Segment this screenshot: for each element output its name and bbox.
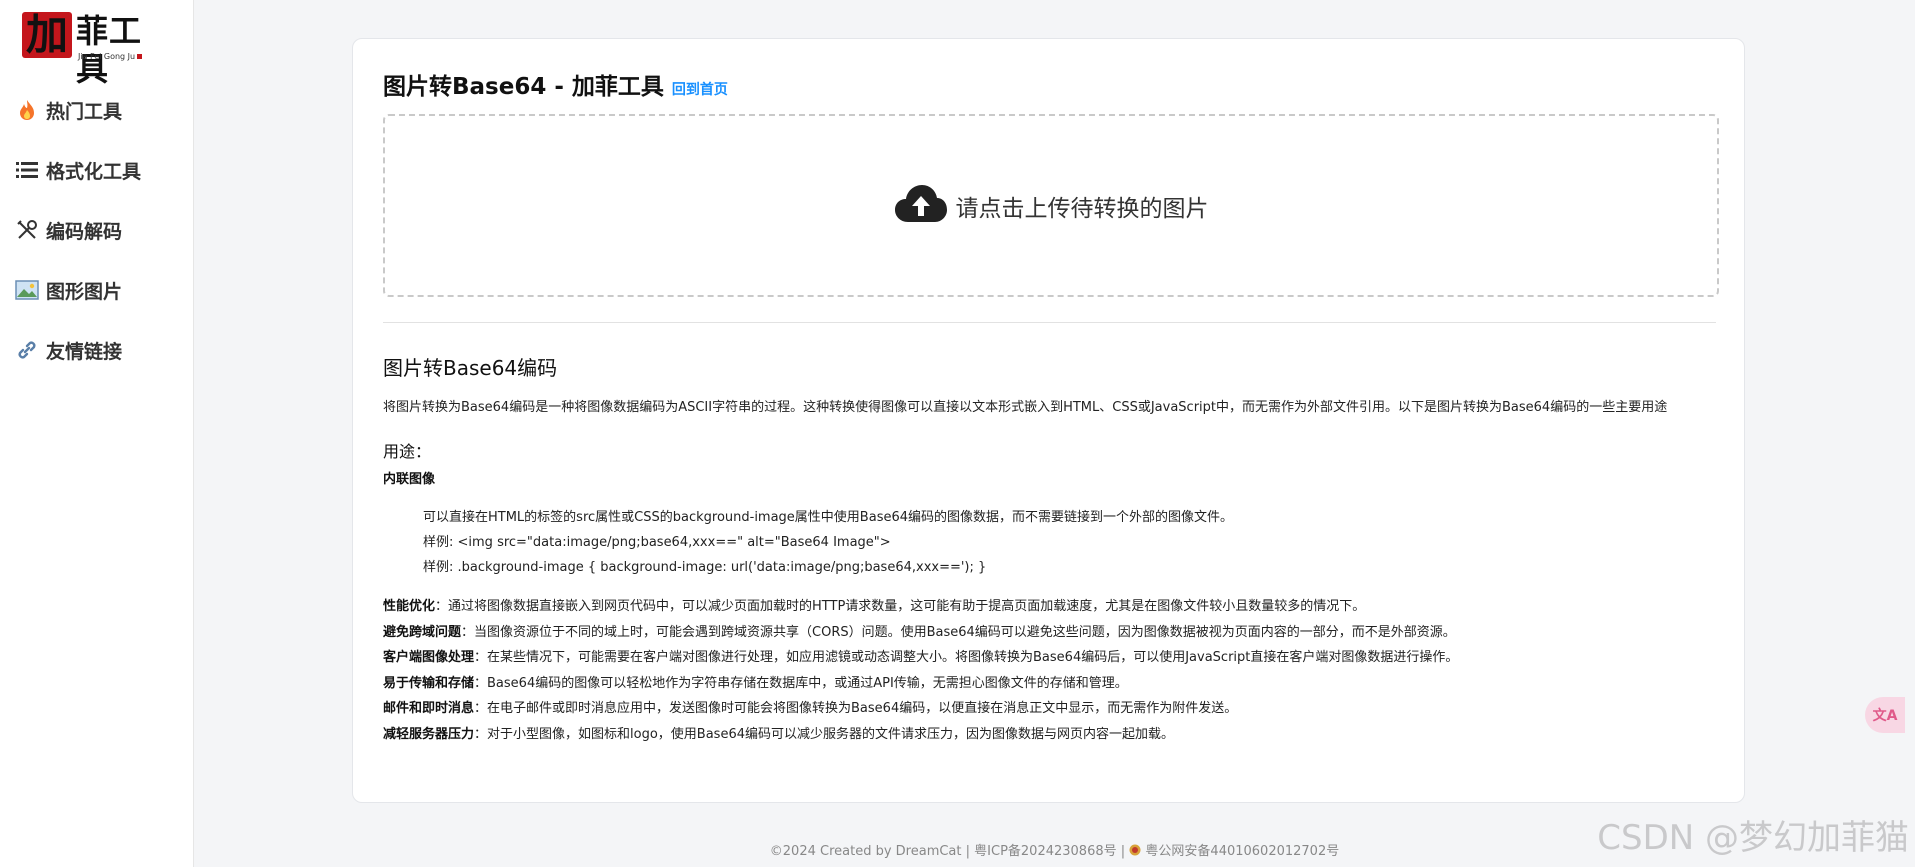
sidebar-item-label: 热门工具 [46, 100, 123, 123]
logo-text: 菲工具 [76, 12, 143, 88]
link-icon [14, 337, 40, 363]
cloud-upload-icon [894, 184, 948, 228]
intro-paragraph: 将图片转换为Base64编码是一种将图像数据编码为ASCII字符串的过程。这种转… [383, 400, 1668, 415]
upload-label: 请点击上传待转换的图片 [955, 195, 1209, 222]
sidebar-item-label: 编码解码 [46, 220, 123, 243]
inline-example-css: 样例: .background-image { background-image… [423, 560, 987, 575]
sidebar-item-format-tools[interactable]: 格式化工具 [0, 140, 194, 200]
picture-icon [14, 277, 40, 303]
police-badge-icon [1129, 844, 1145, 859]
inline-line: 可以直接在HTML的标签的src属性或CSS的background-image属… [423, 510, 1234, 525]
sidebar-item-label: 格式化工具 [46, 160, 142, 183]
home-link[interactable]: 回到首页 [672, 82, 728, 98]
list-item: 减轻服务器压力：对于小型图像，如图标和logo，使用Base64编码可以减少服务… [383, 726, 1174, 742]
main-card: 图片转Base64 - 加菲工具 回到首页 请点击上传待转换的图片 图片转Base… [352, 38, 1745, 803]
page-title: 图片转Base64 - 加菲工具 回到首页 [383, 67, 728, 101]
fire-icon [14, 97, 40, 123]
list-item: 易于传输和存储：Base64编码的图像可以轻松地作为字符串存储在数据库中，或通过… [383, 675, 1128, 691]
list-item: 客户端图像处理：在某些情况下，可能需要在客户端对图像进行处理，如应用滤镜或动态调… [383, 650, 1459, 665]
inline-image-details: 可以直接在HTML的标签的src属性或CSS的background-image属… [383, 505, 1723, 580]
sidebar-item-label: 图形图片 [46, 280, 123, 303]
list-item: 性能优化：通过将图像数据直接嵌入到网页代码中，可以减少页面加载时的HTTP请求数… [383, 599, 1366, 614]
site-logo[interactable]: 加 菲工具 Jia Fei Gong Ju [22, 10, 167, 88]
watermark: CSDN @梦幻加菲猫 [1597, 818, 1909, 858]
divider [383, 322, 1716, 323]
inline-example-html: 样例: <img src="data:image/png;base64,xxx=… [423, 535, 891, 550]
logo-seal: 加 [22, 12, 72, 58]
sidebar-item-encode-decode[interactable]: 编码解码 [0, 200, 194, 260]
description-section: 图片转Base64编码 将图片转换为Base64编码是一种将图像数据编码为ASC… [383, 352, 1723, 747]
list-item: 避免跨域问题：当图像资源位于不同的域上时，可能会遇到跨域资源共享（CORS）问题… [383, 624, 1456, 640]
tools-icon [14, 217, 40, 243]
logo-pinyin: Jia Fei Gong Ju [78, 52, 143, 61]
translate-icon: 文A [1872, 708, 1898, 724]
sidebar-item-graphics[interactable]: 图形图片 [0, 260, 194, 320]
usage-heading: 用途： [383, 442, 432, 461]
section-title: 图片转Base64编码 [383, 356, 558, 380]
upload-dropzone[interactable]: 请点击上传待转换的图片 [383, 114, 1719, 297]
benefits-list: 性能优化：通过将图像数据直接嵌入到网页代码中，可以减少页面加载时的HTTP请求数… [383, 594, 1723, 747]
page-title-text: 图片转Base64 - 加菲工具 [383, 74, 664, 100]
sidebar-nav: 热门工具 格式化工具 编码解码 图形图片 友情链接 [0, 80, 194, 380]
footer-icp-link[interactable]: 粤ICP备2024230868号 [974, 844, 1116, 859]
sidebar-item-friend-links[interactable]: 友情链接 [0, 320, 194, 380]
sidebar: 加 菲工具 Jia Fei Gong Ju 热门工具 格式化工具 编码解码 图形… [0, 0, 194, 867]
footer-copyright: ©2024 Created by DreamCat [769, 844, 962, 859]
footer-police-link[interactable]: 粤公网安备44010602012702号 [1145, 844, 1339, 859]
sidebar-item-label: 友情链接 [46, 340, 123, 363]
list-item: 邮件和即时消息：在电子邮件或即时消息应用中，发送图像时可能会将图像转换为Base… [383, 701, 1238, 716]
translate-button[interactable]: 文A [1865, 697, 1905, 733]
sidebar-item-hot-tools[interactable]: 热门工具 [0, 80, 194, 140]
list-icon [14, 157, 40, 183]
inline-image-heading: 内联图像 [383, 472, 436, 487]
